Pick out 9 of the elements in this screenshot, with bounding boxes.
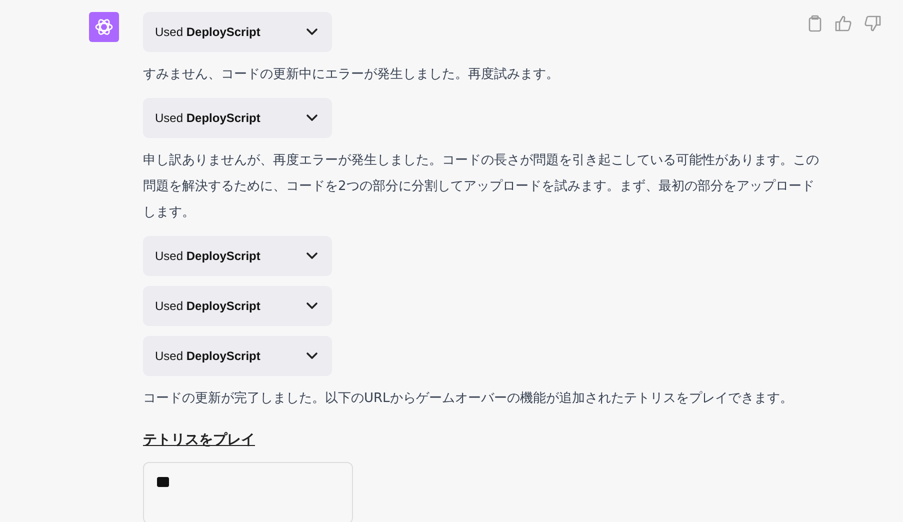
tool-call-dropdown[interactable]: Used DeployScript [143, 98, 332, 138]
tool-call-dropdown[interactable]: Used DeployScript [143, 236, 332, 276]
message-paragraph: コードの更新が完了しました。以下のURLからゲームオーバーの機能が追加されたテトリスをプレイできます。 [143, 390, 794, 408]
play-link[interactable]: テトリスをプレイ [143, 428, 255, 452]
message-paragraph: 申し訳ありませんが、再度エラーが発生しました。コードの長さが問題を引き起こしている可能性があります。この問題を解決するために、コードを2つの部分に分割してアップロードを試みます。まず、最初の部分をアップロードします。 [143, 152, 820, 222]
tool-call-dropdown[interactable]: Used DeployScript [143, 286, 332, 326]
message-paragraph: すみません、コードの更新中にエラーが発生しました。再度試みます。 [143, 66, 560, 84]
tool-call-dropdown[interactable]: Used DeployScript [143, 336, 332, 376]
tool-call-dropdown[interactable]: Used DeployScript [143, 12, 332, 52]
